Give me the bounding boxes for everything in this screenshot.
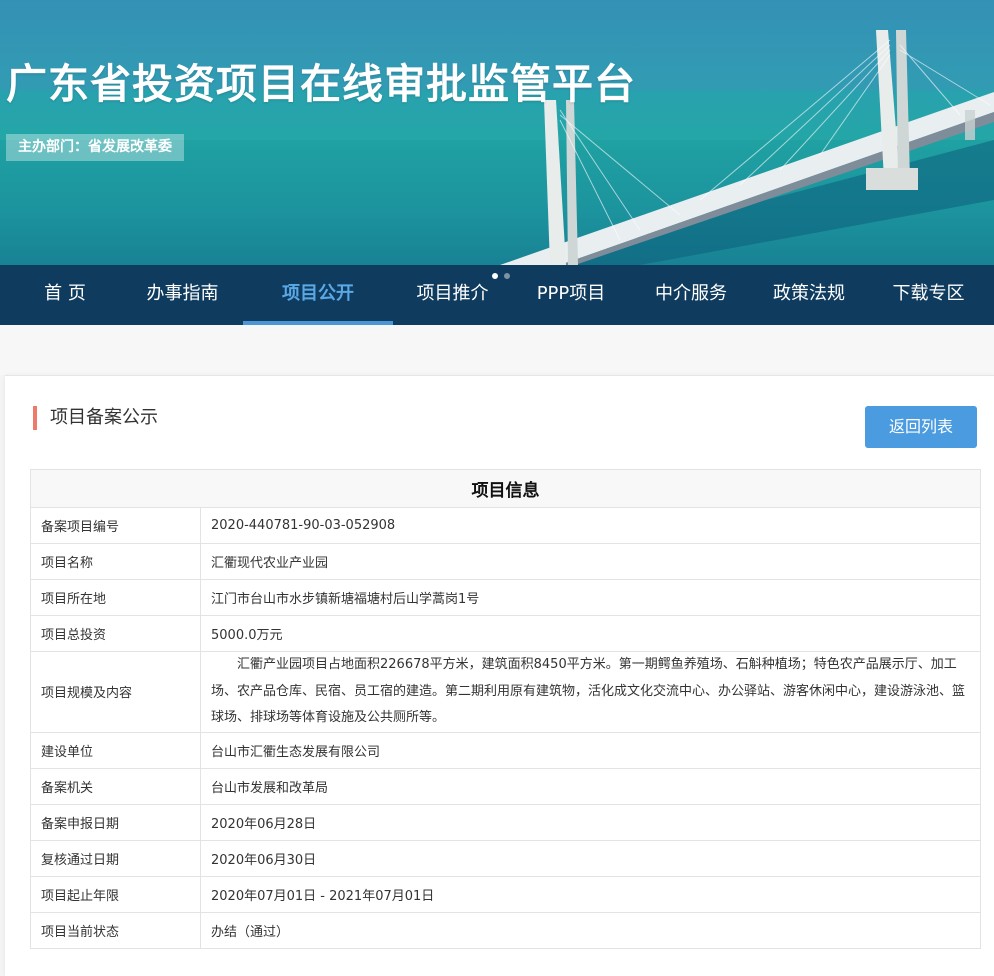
- row-label: 备案项目编号: [30, 507, 201, 544]
- table-row: 项目所在地 江门市台山市水步镇新塘福塘村后山学蒿岗1号: [30, 579, 981, 616]
- row-value: 江门市台山市水步镇新塘福塘村后山学蒿岗1号: [200, 579, 981, 616]
- row-label: 项目所在地: [30, 579, 201, 616]
- table-row: 项目名称 汇衢现代农业产业园: [30, 543, 981, 580]
- nav-item-guide[interactable]: 办事指南: [130, 265, 235, 325]
- nav-item-project-public[interactable]: 项目公开: [243, 265, 393, 325]
- banner: 广东省投资项目在线审批监管平台 主办部门：省发展改革委: [0, 0, 994, 265]
- row-value: 2020年07月01日 - 2021年07月01日: [200, 875, 981, 913]
- table-header-row: 项目信息: [30, 469, 981, 508]
- content-card: 项目备案公示 返回列表 项目信息 备案项目编号 2020-440781-90-0…: [5, 375, 994, 976]
- sponsor-badge: 主办部门：省发展改革委: [6, 134, 184, 161]
- table-row: 备案项目编号 2020-440781-90-03-052908: [30, 507, 981, 544]
- nav-item-home[interactable]: 首 页: [0, 265, 130, 325]
- table-row: 项目规模及内容 汇衢产业园项目占地面积226678平方米，建筑面积8450平方米…: [30, 651, 981, 733]
- bridge-illustration: [0, 0, 994, 265]
- row-value: 2020年06月28日: [200, 803, 981, 841]
- spacer: [0, 325, 994, 375]
- row-label: 项目名称: [30, 543, 201, 580]
- back-to-list-button[interactable]: 返回列表: [865, 406, 977, 448]
- section-title: 项目备案公示: [33, 406, 158, 430]
- nav-item-project-promotion[interactable]: 项目推介: [400, 265, 505, 325]
- row-value: 台山市发展和改革局: [200, 767, 981, 805]
- table-row: 项目起止年限 2020年07月01日 - 2021年07月01日: [30, 875, 981, 913]
- row-label: 项目当前状态: [30, 911, 201, 949]
- row-label: 项目总投资: [30, 615, 201, 652]
- site-title: 广东省投资项目在线审批监管平台: [6, 60, 636, 108]
- nav-item-agency-service[interactable]: 中介服务: [640, 265, 742, 325]
- carousel-dot[interactable]: [492, 273, 498, 279]
- table-row: 建设单位 台山市汇衢生态发展有限公司: [30, 731, 981, 769]
- nav-item-policy[interactable]: 政策法规: [758, 265, 860, 325]
- row-label: 项目起止年限: [30, 875, 201, 913]
- nav-item-download[interactable]: 下载专区: [877, 265, 980, 325]
- table-row: 备案申报日期 2020年06月28日: [30, 803, 981, 841]
- table-row: 项目总投资 5000.0万元: [30, 615, 981, 652]
- nav-item-ppp[interactable]: PPP项目: [525, 265, 617, 325]
- row-value: 台山市汇衢生态发展有限公司: [200, 731, 981, 769]
- table-row: 备案机关 台山市发展和改革局: [30, 767, 981, 805]
- project-info-table: 项目信息 备案项目编号 2020-440781-90-03-052908 项目名…: [30, 469, 981, 949]
- row-label: 项目规模及内容: [30, 651, 201, 733]
- row-value: 2020-440781-90-03-052908: [200, 507, 981, 544]
- carousel-dot[interactable]: [504, 273, 510, 279]
- row-label: 备案申报日期: [30, 803, 201, 841]
- row-label: 复核通过日期: [30, 839, 201, 877]
- row-value: 2020年06月30日: [200, 839, 981, 877]
- carousel-dots: [492, 264, 516, 283]
- table-title: 项目信息: [30, 469, 981, 508]
- row-value: 汇衢产业园项目占地面积226678平方米，建筑面积8450平方米。第一期鳄鱼养殖…: [200, 651, 981, 733]
- row-value: 5000.0万元: [200, 615, 981, 652]
- row-label: 备案机关: [30, 767, 201, 805]
- row-value: 办结（通过）: [200, 911, 981, 949]
- row-label: 建设单位: [30, 731, 201, 769]
- row-value: 汇衢现代农业产业园: [200, 543, 981, 580]
- table-row: 复核通过日期 2020年06月30日: [30, 839, 981, 877]
- table-row: 项目当前状态 办结（通过）: [30, 911, 981, 949]
